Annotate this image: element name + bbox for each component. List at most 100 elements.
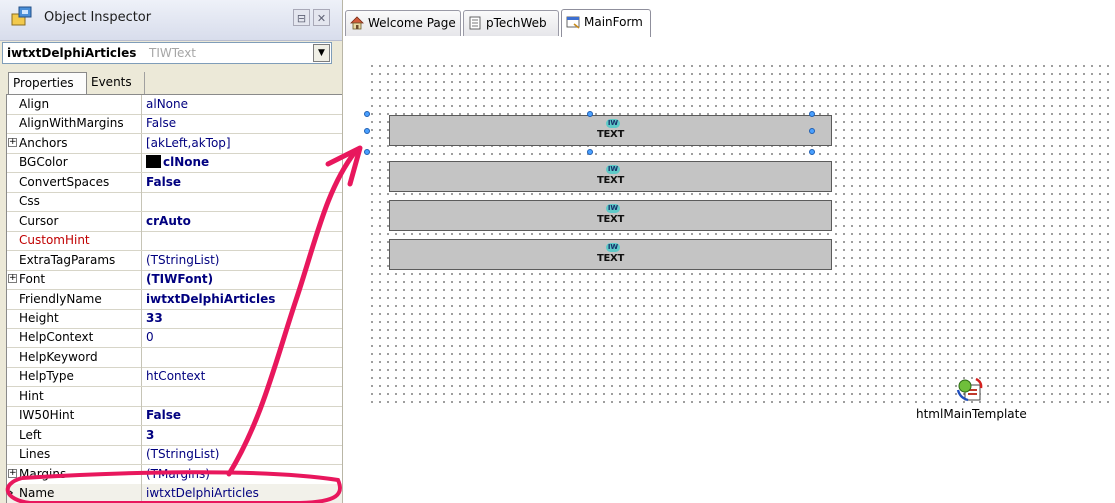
tab-properties[interactable]: Properties	[8, 72, 87, 94]
property-value[interactable]: [akLeft,akTop]	[146, 136, 231, 150]
column-divider[interactable]	[141, 386, 142, 406]
property-value[interactable]: crAuto	[146, 214, 191, 228]
object-inspector-titlebar: Object Inspector ⊟ ✕	[0, 0, 342, 41]
property-row-convertspaces[interactable]: ConvertSpaces False	[7, 172, 342, 193]
property-value[interactable]: iwtxtDelphiArticles	[146, 292, 275, 306]
resize-handle[interactable]	[809, 128, 815, 134]
tab-mainform[interactable]: MainForm	[561, 9, 651, 37]
expand-icon[interactable]: +	[8, 274, 17, 284]
pin-icon[interactable]: ⊟	[293, 9, 310, 26]
property-row-friendlyname[interactable]: FriendlyName iwtxtDelphiArticles	[7, 289, 342, 310]
iwtext-component[interactable]: IW TEXT	[389, 115, 832, 146]
property-row-lines[interactable]: Lines (TStringList)	[7, 445, 342, 466]
property-value[interactable]: iwtxtDelphiArticles	[146, 486, 259, 500]
property-row-bgcolor[interactable]: BGColor clNone	[7, 153, 342, 174]
property-name: Cursor	[19, 213, 59, 228]
property-value-text: (TIWFont)	[146, 272, 214, 287]
resize-handle[interactable]	[364, 111, 370, 117]
chevron-down-icon[interactable]: ▼	[313, 44, 330, 62]
property-row-cursor[interactable]: Cursor crAuto	[7, 211, 342, 232]
property-name: Margins	[19, 466, 67, 481]
property-row-alignwithmargins[interactable]: AlignWithMargins False	[7, 114, 342, 135]
column-divider[interactable]	[141, 445, 142, 465]
property-value[interactable]: (TIWFont)	[146, 272, 213, 286]
iwtext-component[interactable]: IW TEXT	[389, 239, 832, 270]
tab-ptechweb[interactable]: pTechWeb	[463, 10, 559, 36]
column-divider[interactable]	[141, 250, 142, 270]
property-row-extratagparams[interactable]: ExtraTagParams (TStringList)	[7, 250, 342, 271]
column-divider[interactable]	[141, 484, 142, 503]
expand-icon[interactable]: +	[8, 468, 17, 478]
resize-handle[interactable]	[587, 111, 593, 117]
column-divider[interactable]	[141, 289, 142, 309]
property-value[interactable]: alNone	[146, 97, 188, 111]
property-row-font[interactable]: + Font (TIWFont)	[7, 270, 342, 291]
tab-label: Welcome Page	[368, 16, 456, 30]
expand-icon[interactable]: +	[8, 137, 17, 147]
property-grid: Align alNone AlignWithMargins False + Anchors…	[6, 94, 342, 503]
column-divider[interactable]	[141, 133, 142, 153]
resize-handle[interactable]	[364, 149, 370, 155]
property-row-css[interactable]: Css	[7, 192, 342, 213]
column-divider[interactable]	[141, 308, 142, 328]
property-row-helptype[interactable]: HelpType htContext	[7, 367, 342, 388]
form-design-surface[interactable]: IW TEXT IW TEXT IW TEXT IW TEXT htmlMain…	[364, 62, 1115, 421]
property-value[interactable]: (TStringList)	[146, 253, 219, 267]
property-value-text: (TStringList)	[146, 447, 220, 462]
property-value[interactable]: 0	[146, 330, 154, 344]
column-divider[interactable]	[141, 328, 142, 348]
column-divider[interactable]	[141, 347, 142, 367]
property-value[interactable]: 33	[146, 311, 163, 325]
tab-welcome-page[interactable]: Welcome Page	[345, 10, 461, 36]
column-divider[interactable]	[141, 114, 142, 134]
property-row-iw50hint[interactable]: IW50Hint False	[7, 406, 342, 427]
property-row-margins[interactable]: + Margins (TMargins)	[7, 464, 342, 485]
template-processor-icon[interactable]	[956, 376, 984, 404]
column-divider[interactable]	[141, 231, 142, 251]
object-inspector-icon	[11, 6, 32, 26]
property-row-helpkeyword[interactable]: HelpKeyword	[7, 347, 342, 368]
column-divider[interactable]	[141, 425, 142, 445]
column-divider[interactable]	[141, 270, 142, 290]
property-value[interactable]: False	[146, 116, 176, 130]
property-row-height[interactable]: Height 33	[7, 308, 342, 329]
unit-file-icon	[469, 16, 481, 30]
column-divider[interactable]	[141, 172, 142, 192]
property-value[interactable]: htContext	[146, 369, 205, 383]
tab-events[interactable]: Events	[87, 72, 145, 94]
iwtext-component[interactable]: IW TEXT	[389, 200, 832, 231]
property-row-anchors[interactable]: + Anchors [akLeft,akTop]	[7, 133, 342, 154]
property-value[interactable]: clNone	[146, 155, 209, 169]
property-value[interactable]: (TStringList)	[146, 447, 219, 461]
property-value[interactable]: 3	[146, 428, 154, 442]
iwtext-component[interactable]: IW TEXT	[389, 161, 832, 192]
resize-handle[interactable]	[587, 149, 593, 155]
close-icon[interactable]: ✕	[313, 9, 330, 26]
property-value-text: htContext	[146, 369, 206, 384]
property-row-hint[interactable]: Hint	[7, 386, 342, 407]
property-name: Height	[19, 310, 59, 325]
resize-handle[interactable]	[809, 111, 815, 117]
property-value[interactable]: False	[146, 175, 181, 189]
column-divider[interactable]	[141, 406, 142, 426]
property-row-name[interactable]: › Name iwtxtDelphiArticles	[7, 484, 342, 503]
property-row-left[interactable]: Left 3	[7, 425, 342, 446]
column-divider[interactable]	[141, 367, 142, 387]
column-divider[interactable]	[141, 153, 142, 173]
property-row-align[interactable]: Align alNone	[7, 95, 342, 115]
tab-label: MainForm	[584, 15, 643, 29]
property-value-text: (TStringList)	[146, 252, 220, 267]
property-row-customhint[interactable]: CustomHint	[7, 231, 342, 252]
property-value[interactable]: False	[146, 408, 181, 422]
column-divider[interactable]	[141, 464, 142, 484]
property-value[interactable]: (TMargins)	[146, 467, 210, 481]
resize-handle[interactable]	[809, 149, 815, 155]
property-row-helpcontext[interactable]: HelpContext 0	[7, 328, 342, 349]
column-divider[interactable]	[141, 211, 142, 231]
column-divider[interactable]	[141, 192, 142, 212]
property-name: ExtraTagParams	[19, 252, 116, 267]
resize-handle[interactable]	[364, 128, 370, 134]
column-divider[interactable]	[141, 95, 142, 114]
property-name: Name	[19, 486, 55, 500]
object-selector-combo[interactable]: iwtxtDelphiArticles TIWText ▼	[2, 42, 332, 64]
